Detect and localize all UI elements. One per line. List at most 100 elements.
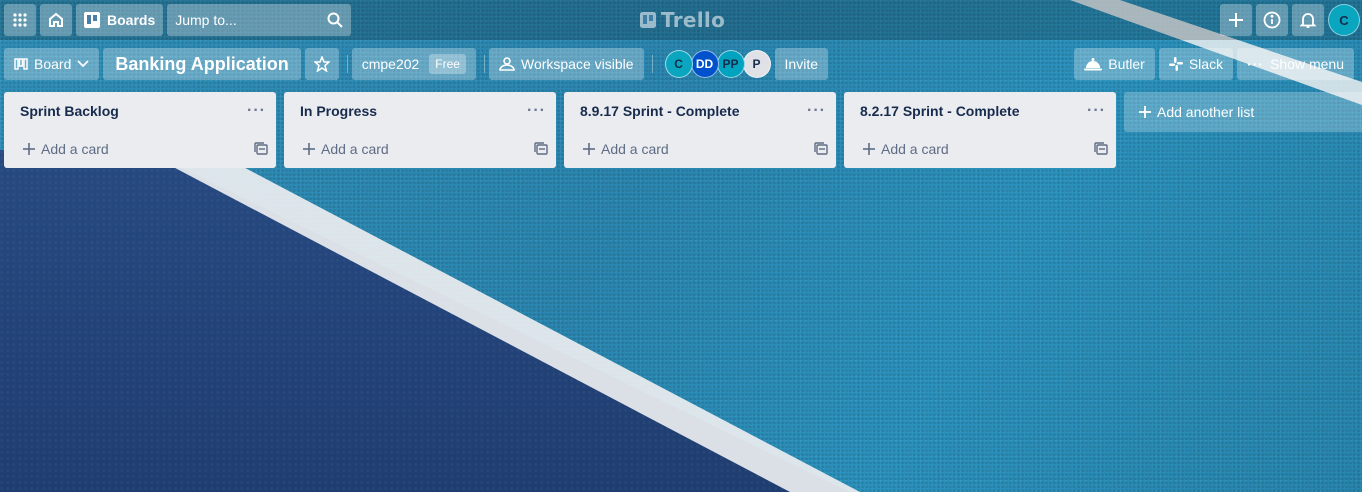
add-card-button[interactable]: Add a card [22,141,109,157]
boards-button[interactable]: Boards [76,4,164,36]
header-right: C [1220,4,1360,36]
list: 8.9.17 Sprint - Complete ··· Add a card [564,92,836,168]
info-icon [1263,11,1281,29]
list-footer: Add a card [564,130,836,168]
board-view-icon [14,58,28,70]
butler-button[interactable]: Butler [1074,48,1155,80]
card-template-icon[interactable] [254,142,268,156]
plan-badge: Free [429,54,466,74]
user-avatar[interactable]: C [1328,4,1360,36]
view-switcher-button[interactable]: Board [4,48,100,80]
member-initials: C [674,57,683,71]
list-menu-icon[interactable]: ··· [807,102,826,120]
list: In Progress ··· Add a card [284,92,556,168]
add-card-label: Add a card [881,141,949,157]
add-card-button[interactable]: Add a card [302,141,389,157]
star-icon [313,56,330,72]
slack-label: Slack [1188,56,1224,72]
grid-icon [13,13,27,27]
create-button[interactable] [1220,4,1252,36]
visibility-label: Workspace visible [520,56,634,72]
workspace-name: cmpe202 [361,56,420,72]
invite-button[interactable]: Invite [774,48,829,80]
list-title[interactable]: 8.2.17 Sprint - Complete [860,103,1019,119]
view-label: Board [34,56,72,72]
people-icon [499,57,515,71]
add-card-label: Add a card [321,141,389,157]
member-avatar[interactable]: C [664,50,693,78]
search-input[interactable]: Jump to... [167,4,352,36]
plus-icon [1139,106,1151,118]
member-avatar[interactable]: P [742,50,771,78]
card-template-icon[interactable] [534,142,548,156]
divider [483,55,485,73]
trello-logo-icon [640,12,656,28]
board-header: Board Banking Application cmpe202 Free W… [0,44,1362,84]
board-title[interactable]: Banking Application [103,48,301,80]
slack-button[interactable]: Slack [1158,48,1234,80]
list-header[interactable]: Sprint Backlog ··· [4,92,276,130]
add-list-label: Add another list [1157,104,1255,120]
lists-container: Sprint Backlog ··· Add a card In Progres… [4,92,1362,168]
home-icon [49,12,63,27]
slack-icon [1168,57,1183,71]
home-button[interactable] [40,4,72,36]
app-switcher-button[interactable] [4,4,36,36]
search-placeholder: Jump to... [175,12,237,28]
list-title[interactable]: Sprint Backlog [20,103,119,119]
list-footer: Add a card [284,130,556,168]
user-initial: C [1339,12,1349,28]
boards-label: Boards [107,12,156,28]
plus-icon [23,143,35,155]
list-title[interactable]: 8.9.17 Sprint - Complete [580,103,739,119]
member-avatars: C DD PP P [664,50,771,78]
show-menu-button[interactable]: ··· Show menu [1237,48,1354,80]
trello-board-icon [84,12,100,28]
list-title[interactable]: In Progress [300,103,377,119]
member-initials: DD [695,57,714,71]
list-footer: Add a card [844,130,1116,168]
list-menu-icon[interactable]: ··· [247,102,266,120]
butler-icon [1084,58,1103,71]
board-header-right: Butler Slack ··· Show menu [1074,48,1358,80]
logo-text: Trello [661,8,726,32]
invite-label: Invite [784,56,819,72]
card-template-icon[interactable] [814,142,828,156]
list: 8.2.17 Sprint - Complete ··· Add a card [844,92,1116,168]
list-header[interactable]: 8.9.17 Sprint - Complete ··· [564,92,836,130]
list-menu-icon[interactable]: ··· [527,102,546,120]
plus-icon [583,143,595,155]
list-header[interactable]: 8.2.17 Sprint - Complete ··· [844,92,1116,130]
star-button[interactable] [304,48,339,80]
notifications-button[interactable] [1292,4,1324,36]
add-list-button[interactable]: Add another list [1124,92,1362,132]
add-card-button[interactable]: Add a card [582,141,669,157]
butler-label: Butler [1108,56,1145,72]
member-initials: PP [722,57,739,71]
card-template-icon[interactable] [1094,142,1108,156]
menu-label: Show menu [1270,56,1344,72]
member-avatar[interactable]: PP [716,50,745,78]
top-header: Boards Jump to... Trello C [0,0,1362,40]
search-icon [327,12,343,28]
bell-icon [1300,13,1316,28]
member-avatar[interactable]: DD [690,50,719,78]
list-header[interactable]: In Progress ··· [284,92,556,130]
divider [651,55,653,73]
trello-logo[interactable]: Trello [640,8,725,32]
add-card-button[interactable]: Add a card [862,141,949,157]
chevron-down-icon [77,60,89,68]
info-button[interactable] [1256,4,1288,36]
add-card-label: Add a card [601,141,669,157]
list: Sprint Backlog ··· Add a card [4,92,276,168]
visibility-button[interactable]: Workspace visible [488,48,644,80]
list-footer: Add a card [4,130,276,168]
divider [346,55,348,73]
plus-icon [303,143,315,155]
member-initials: P [752,57,761,71]
plus-icon [1229,13,1243,27]
more-icon: ··· [1247,56,1265,72]
workspace-button[interactable]: cmpe202 Free [351,48,476,80]
list-menu-icon[interactable]: ··· [1087,102,1106,120]
add-card-label: Add a card [41,141,109,157]
